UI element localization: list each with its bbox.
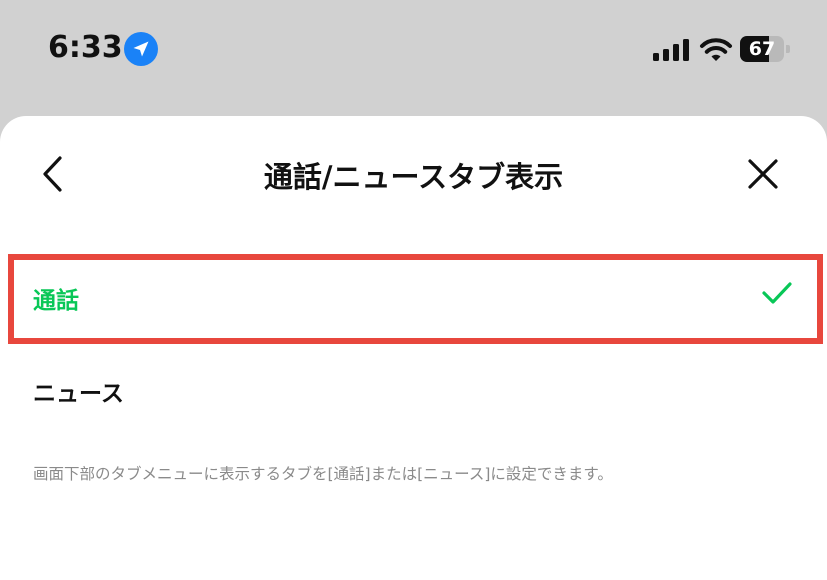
battery-icon: 67 xyxy=(740,36,790,62)
battery-tip xyxy=(786,45,790,53)
option-news[interactable]: ニュース xyxy=(0,356,827,426)
battery-body: 67 xyxy=(740,36,784,62)
highlight-box xyxy=(8,254,823,344)
check-icon xyxy=(762,282,792,304)
sheet-header: 通話/ニュースタブ表示 xyxy=(0,116,827,232)
status-bar: 6:33 67 xyxy=(0,0,827,100)
tab-display-sheet: 通話/ニュースタブ表示 通話 ニュース 画面下部のタブメニューに表示するタブを[… xyxy=(0,116,827,580)
description-text: 画面下部のタブメニューに表示するタブを[通話]または[ニュース]に設定できます。 xyxy=(33,465,613,483)
signal-icon xyxy=(653,39,689,61)
option-call-label: 通話 xyxy=(33,288,79,314)
close-icon[interactable] xyxy=(745,156,781,192)
option-news-label: ニュース xyxy=(33,381,124,407)
location-arrow-icon xyxy=(124,32,158,66)
page-title: 通話/ニュースタブ表示 xyxy=(263,160,564,194)
status-time: 6:33 xyxy=(48,30,123,65)
battery-percent: 67 xyxy=(748,38,776,60)
option-call[interactable]: 通話 xyxy=(0,248,827,344)
wifi-icon xyxy=(700,38,732,61)
